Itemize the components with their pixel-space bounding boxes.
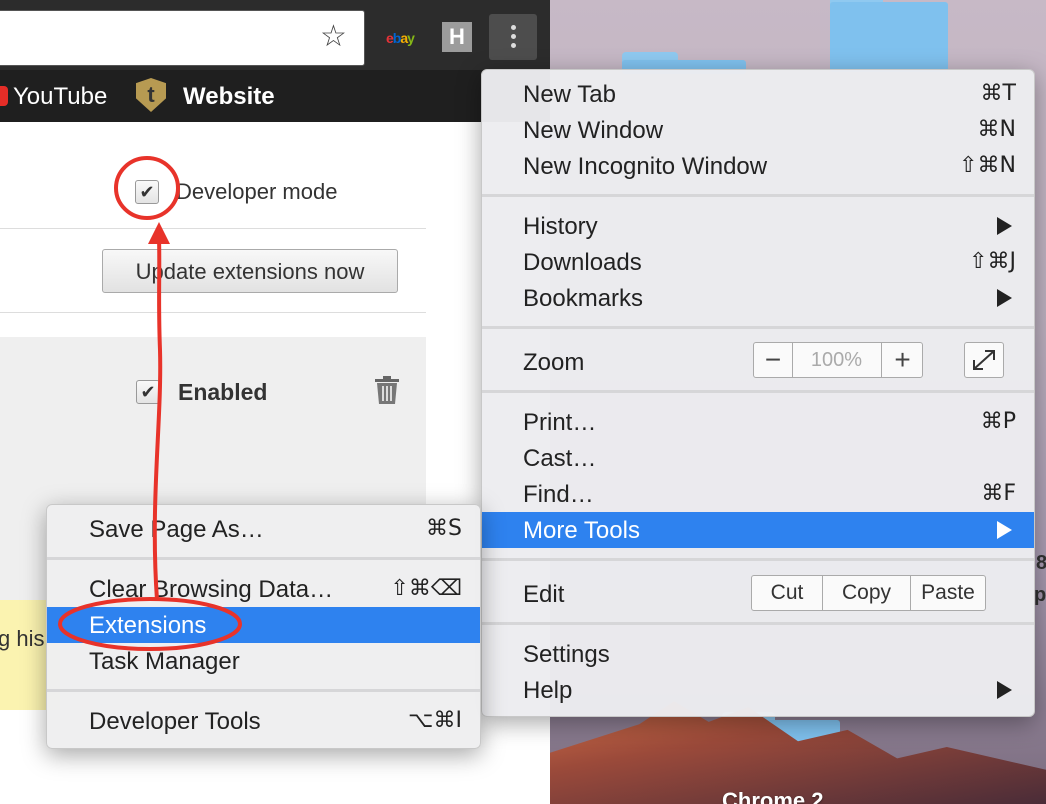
- menu-item-label: Bookmarks: [523, 285, 644, 312]
- update-extensions-button[interactable]: Update extensions now: [102, 249, 398, 293]
- h-extension-icon[interactable]: H: [442, 22, 472, 52]
- more-tools-submenu: Save Page As… ⌘S Clear Browsing Data… ⇧⌘⌫ …: [46, 504, 481, 749]
- tumblr-shield-icon: t: [136, 78, 166, 112]
- menu-item-shortcut: ⌥⌘I: [408, 708, 462, 733]
- menu-item-label: New Window: [523, 117, 664, 144]
- enabled-checkbox[interactable]: ✔: [136, 380, 160, 404]
- chrome-menu-button[interactable]: [489, 14, 537, 60]
- menu-item-label: Extensions: [89, 612, 207, 639]
- desktop-edge-text: 8: [1036, 552, 1046, 574]
- menu-item-more-tools[interactable]: More Tools: [482, 512, 1034, 548]
- zoom-level: 100%: [810, 349, 863, 371]
- menu-item-new-window[interactable]: New Window ⌘N: [482, 112, 1034, 148]
- divider: [0, 312, 426, 313]
- menu-separator: [482, 326, 1034, 329]
- star-bookmark-icon[interactable]: ☆: [320, 22, 347, 52]
- menu-item-task-manager[interactable]: Task Manager: [47, 643, 480, 679]
- bookmark-youtube[interactable]: YouTube: [13, 83, 107, 111]
- menu-item-shortcut: ⌘T: [980, 81, 1016, 106]
- zoom-out-button[interactable]: −: [754, 343, 793, 377]
- menu-separator: [47, 689, 480, 692]
- menu-item-shortcut: ⌘P: [980, 409, 1016, 434]
- menu-item-label: Find…: [523, 481, 594, 508]
- enabled-label: Enabled: [178, 379, 268, 405]
- menu-item-shortcut: ⇧⌘J: [969, 249, 1016, 274]
- menu-item-settings[interactable]: Settings: [482, 636, 1034, 672]
- browser-toolbar: ☆ ebay H: [0, 0, 550, 70]
- menu-item-developer-tools[interactable]: Developer Tools ⌥⌘I: [47, 703, 480, 739]
- menu-item-help[interactable]: Help: [482, 672, 1034, 708]
- menu-item-label: More Tools: [523, 517, 640, 544]
- ebay-letter: e: [386, 30, 394, 46]
- menu-item-bookmarks[interactable]: Bookmarks: [482, 280, 1034, 316]
- desktop-item-label: Chrome 2: [722, 788, 824, 804]
- copy-button[interactable]: Copy: [823, 576, 911, 610]
- menu-item-label: Zoom: [523, 349, 585, 376]
- menu-item-shortcut: ⇧⌘⌫: [390, 576, 462, 601]
- menu-item-shortcut: ⇧⌘N: [959, 153, 1016, 178]
- menu-item-downloads[interactable]: Downloads ⇧⌘J: [482, 244, 1034, 280]
- history-text-snippet: g his: [0, 626, 45, 651]
- zoom-in-button[interactable]: +: [881, 343, 923, 377]
- menu-item-new-tab[interactable]: New Tab ⌘T: [482, 76, 1034, 112]
- menu-item-cast[interactable]: Cast…: [482, 440, 1034, 476]
- menu-item-label: History: [523, 213, 598, 240]
- developer-mode-checkbox[interactable]: ✔: [135, 180, 159, 204]
- desktop-edge-text: p: [1034, 584, 1046, 606]
- chrome-main-menu: New Tab ⌘T New Window ⌘N New Incognito Win…: [481, 69, 1035, 717]
- trash-icon[interactable]: [374, 375, 400, 405]
- ebay-letter: y: [407, 30, 415, 46]
- menu-item-label: New Tab: [523, 81, 616, 108]
- cut-button[interactable]: Cut: [752, 576, 823, 610]
- paste-button[interactable]: Paste: [911, 576, 985, 610]
- submenu-arrow-icon: [997, 217, 1012, 235]
- menu-separator: [482, 390, 1034, 393]
- menu-item-new-incognito-window[interactable]: New Incognito Window ⇧⌘N: [482, 148, 1034, 184]
- menu-item-label: Settings: [523, 641, 610, 668]
- menu-item-extensions[interactable]: Extensions: [47, 607, 480, 643]
- menu-item-label: Edit: [523, 581, 565, 608]
- folder-icon[interactable]: [830, 0, 948, 72]
- menu-separator: [482, 194, 1034, 197]
- menu-item-print[interactable]: Print… ⌘P: [482, 404, 1034, 440]
- edit-control: Cut Copy Paste: [751, 575, 986, 611]
- menu-item-save-page-as[interactable]: Save Page As… ⌘S: [47, 511, 480, 547]
- fullscreen-button[interactable]: [964, 342, 1004, 378]
- menu-item-label: Help: [523, 677, 573, 704]
- ebay-extension-icon[interactable]: ebay: [386, 30, 415, 46]
- menu-item-shortcut: ⌘S: [426, 516, 462, 541]
- menu-item-shortcut: ⌘F: [981, 481, 1016, 506]
- menu-item-label: New Incognito Window: [523, 153, 768, 180]
- submenu-arrow-icon: [997, 521, 1012, 539]
- menu-item-label: Downloads: [523, 249, 642, 276]
- menu-separator: [482, 622, 1034, 625]
- bookmark-website[interactable]: Website: [183, 83, 275, 111]
- menu-item-label: Task Manager: [89, 648, 240, 675]
- fullscreen-icon: [973, 350, 995, 370]
- menu-item-history[interactable]: History: [482, 208, 1034, 244]
- menu-item-shortcut: ⌘N: [977, 117, 1016, 142]
- menu-item-clear-browsing-data[interactable]: Clear Browsing Data… ⇧⌘⌫: [47, 571, 480, 607]
- developer-mode-label: Developer mode: [176, 179, 338, 204]
- submenu-arrow-icon: [997, 681, 1012, 699]
- menu-item-label: Clear Browsing Data…: [89, 576, 334, 603]
- divider: [0, 228, 426, 229]
- menu-item-find[interactable]: Find… ⌘F: [482, 476, 1034, 512]
- youtube-icon: [0, 86, 8, 106]
- menu-item-label: Developer Tools: [89, 708, 261, 735]
- menu-item-label: Save Page As…: [89, 516, 264, 543]
- menu-item-label: Print…: [523, 409, 597, 436]
- bookmarks-bar: YouTube t Website: [0, 70, 550, 122]
- zoom-control: − 100% +: [753, 342, 923, 378]
- menu-separator: [47, 557, 480, 560]
- menu-item-label: Cast…: [523, 445, 597, 472]
- address-bar[interactable]: [0, 10, 365, 66]
- submenu-arrow-icon: [997, 289, 1012, 307]
- menu-separator: [482, 558, 1034, 561]
